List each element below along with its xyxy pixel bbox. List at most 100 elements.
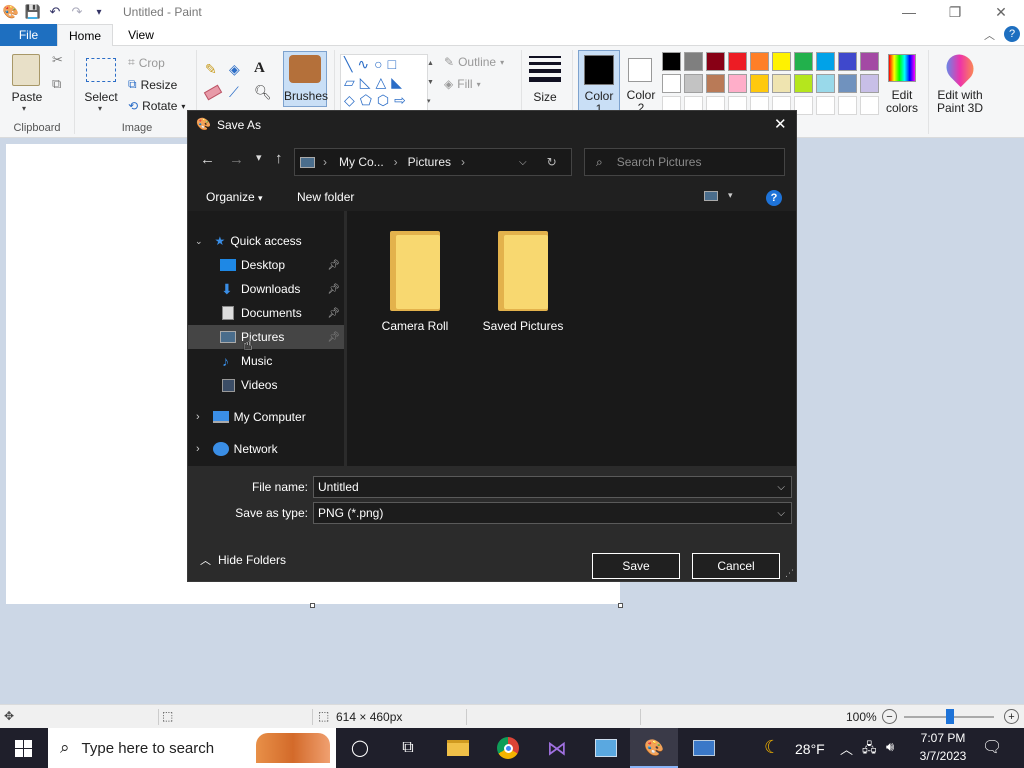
rotate-button[interactable]: ⟲ Rotate ▾ xyxy=(128,99,185,113)
shapes-scroll-icon[interactable]: ▲ ▼ ▾ xyxy=(427,54,435,112)
color-swatch[interactable] xyxy=(750,52,769,71)
file-name-input[interactable]: Untitled ⌵ xyxy=(313,476,792,498)
forward-icon[interactable]: → xyxy=(229,151,244,168)
up-icon[interactable]: ↑ xyxy=(275,150,283,167)
breadcrumb-my-computer[interactable]: My Co... xyxy=(339,155,384,169)
new-folder-button[interactable]: New folder xyxy=(297,190,354,204)
color-swatch[interactable] xyxy=(728,74,747,93)
minimize-button[interactable]: — xyxy=(886,0,932,24)
brushes-button[interactable]: Brushes xyxy=(283,51,328,107)
resize-handle[interactable] xyxy=(310,603,315,608)
clock-time[interactable]: 7:07 PM xyxy=(914,731,972,745)
copy-icon[interactable]: ⧉ xyxy=(52,76,61,92)
pencil-icon[interactable]: ✎ xyxy=(205,61,217,78)
color-swatch[interactable] xyxy=(662,52,681,71)
hide-folders-button[interactable]: ︿ Hide Folders xyxy=(200,552,286,568)
task-view-icon[interactable]: ⧉ xyxy=(394,734,422,762)
magnifier-icon[interactable]: 🔍︎ xyxy=(254,84,272,101)
size-icon[interactable] xyxy=(529,56,561,82)
outline-button[interactable]: ✎ Outline ▾ xyxy=(444,55,504,69)
view-dropdown-icon[interactable]: ▾ xyxy=(728,190,733,201)
paste-dropdown-icon[interactable]: ▾ xyxy=(22,104,26,113)
network-icon[interactable]: 🖧︎ xyxy=(862,739,877,761)
color-swatch[interactable] xyxy=(772,74,791,93)
control-panel-icon[interactable] xyxy=(592,734,620,762)
recent-locations-icon[interactable]: ▾ xyxy=(256,151,262,164)
notifications-icon[interactable]: 🗨︎ xyxy=(982,737,1002,757)
color-swatch[interactable] xyxy=(706,74,725,93)
organize-button[interactable]: Organize ▾ xyxy=(206,190,263,204)
clock-date[interactable]: 3/7/2023 xyxy=(914,749,972,763)
file-explorer-icon[interactable] xyxy=(444,734,472,762)
nav-music[interactable]: ♪ Music xyxy=(188,349,344,373)
back-icon[interactable]: ← xyxy=(200,151,215,168)
nav-desktop[interactable]: Desktop 📌︎ xyxy=(188,253,344,277)
paint-taskbar-button[interactable]: 🎨 xyxy=(630,728,678,768)
select-button[interactable]: Select xyxy=(82,90,120,104)
color-swatch[interactable] xyxy=(838,74,857,93)
view-options-icon[interactable] xyxy=(704,191,718,201)
color-swatch[interactable] xyxy=(728,52,747,71)
help-icon[interactable]: ? xyxy=(766,190,782,206)
select-dropdown-icon[interactable]: ▾ xyxy=(98,104,102,113)
save-icon[interactable]: 💾 xyxy=(24,3,42,21)
undo-icon[interactable]: ↶ xyxy=(46,3,64,21)
remote-desktop-icon[interactable] xyxy=(690,734,718,762)
nav-pictures[interactable]: Pictures 📌︎ xyxy=(188,325,344,349)
zoom-in-button[interactable]: + xyxy=(1004,709,1019,724)
tab-home[interactable]: Home xyxy=(57,24,113,46)
restore-button[interactable]: ❐ xyxy=(932,0,978,24)
resize-handle[interactable] xyxy=(618,603,623,608)
refresh-icon[interactable]: ↻ xyxy=(547,155,557,169)
cancel-button[interactable]: Cancel xyxy=(692,553,780,579)
customize-toolbar-icon[interactable]: ▾ xyxy=(90,3,108,21)
fill-icon[interactable]: ◈ xyxy=(229,61,240,78)
fill-button[interactable]: ◈ Fill ▾ xyxy=(444,77,481,91)
help-icon[interactable]: ? xyxy=(1004,26,1020,42)
show-hidden-icons-icon[interactable]: ︿ xyxy=(840,739,853,758)
color-swatch[interactable] xyxy=(772,52,791,71)
save-button[interactable]: Save xyxy=(592,553,680,579)
resize-grip-icon[interactable]: ⋰ xyxy=(785,568,794,579)
nav-videos[interactable]: Videos xyxy=(188,373,344,397)
color-swatch[interactable] xyxy=(838,52,857,71)
dialog-close-button[interactable]: ✕ xyxy=(774,115,787,133)
nav-my-computer[interactable]: › My Computer xyxy=(188,405,344,429)
folder-item[interactable]: Camera Roll xyxy=(365,229,465,333)
search-box[interactable]: ⌕ Search Pictures xyxy=(584,148,785,176)
color-swatch[interactable] xyxy=(750,74,769,93)
resize-button[interactable]: ⧉ Resize xyxy=(128,77,177,92)
close-window-button[interactable]: ✕ xyxy=(978,0,1024,24)
nav-documents[interactable]: Documents 📌︎ xyxy=(188,301,344,325)
paste-icon[interactable] xyxy=(12,54,40,86)
zoom-out-button[interactable]: − xyxy=(882,709,897,724)
crop-button[interactable]: ⌗ Crop xyxy=(128,55,165,70)
zoom-slider-thumb[interactable] xyxy=(946,709,954,724)
tab-view[interactable]: View xyxy=(113,24,169,46)
color-swatch[interactable] xyxy=(684,52,703,71)
color-swatch[interactable] xyxy=(860,74,879,93)
edit-with-paint3d-button[interactable]: Edit with Paint 3D xyxy=(932,48,988,118)
address-dropdown-icon[interactable]: ⌵ xyxy=(519,157,527,168)
folder-item[interactable]: Saved Pictures xyxy=(473,229,573,333)
volume-icon[interactable]: 🔊︎ xyxy=(886,739,894,755)
taskbar-search[interactable]: ⌕ Type here to search xyxy=(48,728,336,768)
custom-color-swatch[interactable] xyxy=(816,96,835,115)
start-button[interactable] xyxy=(15,740,32,757)
tab-file[interactable]: File xyxy=(0,24,57,46)
nav-quick-access[interactable]: ⌄ ★ Quick access xyxy=(188,229,344,253)
breadcrumb-pictures[interactable]: Pictures xyxy=(408,155,451,169)
nav-downloads[interactable]: ⬇ Downloads 📌︎ xyxy=(188,277,344,301)
color-swatch[interactable] xyxy=(816,52,835,71)
color-swatch[interactable] xyxy=(794,52,813,71)
color-swatch[interactable] xyxy=(860,52,879,71)
color-swatch[interactable] xyxy=(706,52,725,71)
paste-button[interactable]: Paste xyxy=(8,90,46,104)
chrome-icon[interactable] xyxy=(494,734,522,762)
size-button[interactable]: Size xyxy=(526,90,564,104)
custom-color-swatch[interactable] xyxy=(860,96,879,115)
select-icon[interactable] xyxy=(86,58,116,82)
text-icon[interactable]: A xyxy=(254,60,265,77)
redo-icon[interactable]: ↷ xyxy=(68,3,86,21)
color-picker-icon[interactable]: ⟋ xyxy=(229,84,239,101)
